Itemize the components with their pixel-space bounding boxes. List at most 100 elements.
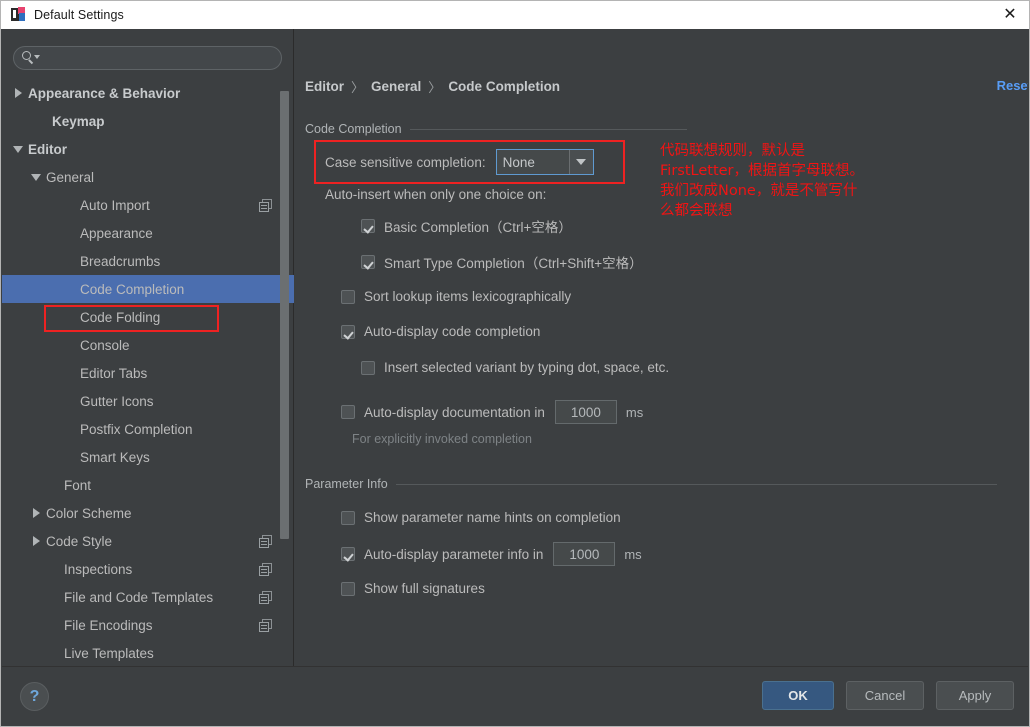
- title-bar: Default Settings ✕: [1, 1, 1029, 29]
- sidebar-item-code-completion[interactable]: Code Completion: [2, 275, 294, 303]
- apply-button[interactable]: Apply: [936, 681, 1014, 710]
- case-sensitive-completion-value: None: [497, 155, 569, 170]
- dialog-body: Appearance & BehaviorKeymap Editor General…: [2, 29, 1028, 666]
- basic-completion-checkbox[interactable]: [361, 219, 375, 233]
- auto-display-parameter-info-delay-input[interactable]: 1000: [553, 542, 615, 566]
- sidebar-item-label: Console: [78, 338, 130, 353]
- search-box[interactable]: [13, 46, 282, 70]
- chevron-right-icon: 〉: [351, 77, 364, 96]
- case-sensitive-completion-label: Case sensitive completion:: [325, 155, 486, 170]
- chevron-down-icon[interactable]: [31, 174, 41, 181]
- sidebar-item-auto-import[interactable]: Auto Import: [2, 191, 294, 219]
- sort-lookup-label: Sort lookup items lexicographically: [364, 289, 571, 304]
- checkbox-row-sort-lookup[interactable]: Sort lookup items lexicographically: [341, 289, 571, 304]
- breadcrumb: Editor 〉 General 〉 Code Completion: [305, 77, 560, 96]
- sidebar-item-postfix-completion[interactable]: Postfix Completion: [2, 415, 294, 443]
- show-full-signatures-label: Show full signatures: [364, 581, 485, 596]
- checkbox-row-smart-type-completion[interactable]: Smart Type Completion（Ctrl+Shift+空格）: [361, 252, 643, 272]
- case-sensitive-completion-row: Case sensitive completion: None: [325, 149, 594, 175]
- sidebar-item-breadcrumbs[interactable]: Breadcrumbs: [2, 247, 294, 275]
- checkbox-row-basic-completion[interactable]: Basic Completion（Ctrl+空格）: [361, 216, 572, 236]
- chevron-right-icon[interactable]: [33, 536, 40, 546]
- chevron-right-icon[interactable]: [33, 508, 40, 518]
- sidebar-item-console[interactable]: Console: [2, 331, 294, 359]
- copy-settings-icon[interactable]: [259, 199, 272, 212]
- smart-type-completion-checkbox[interactable]: [361, 255, 375, 269]
- auto-display-documentation-checkbox[interactable]: [341, 405, 355, 419]
- copy-settings-icon[interactable]: [259, 591, 272, 604]
- checkbox-row-auto-display-documentation[interactable]: Auto-display documentation in 1000 ms: [341, 400, 643, 424]
- checkbox-row-show-parameter-name-hints[interactable]: Show parameter name hints on completion: [341, 510, 621, 525]
- sidebar-item-code-folding[interactable]: Code Folding: [2, 303, 294, 331]
- sidebar-item-label: Breadcrumbs: [78, 254, 160, 269]
- settings-content-pane: Editor 〉 General 〉 Code Completion Reset…: [295, 29, 1028, 666]
- close-icon[interactable]: ✕: [993, 1, 1027, 29]
- sidebar-item-label: File Encodings: [62, 618, 153, 633]
- settings-sidebar: Appearance & BehaviorKeymap Editor General…: [2, 29, 294, 666]
- checkbox-row-show-full-signatures[interactable]: Show full signatures: [341, 581, 485, 596]
- sidebar-item-file-encodings[interactable]: File Encodings: [2, 611, 294, 639]
- auto-display-documentation-unit: ms: [626, 405, 643, 420]
- insert-selected-variant-checkbox[interactable]: [361, 361, 375, 375]
- sidebar-scrollbar[interactable]: [280, 85, 289, 685]
- copy-settings-icon[interactable]: [259, 563, 272, 576]
- chevron-down-icon[interactable]: [13, 146, 23, 153]
- auto-display-parameter-info-label: Auto-display parameter info in: [364, 547, 543, 562]
- sidebar-scrollbar-thumb[interactable]: [280, 91, 289, 539]
- sidebar-item-label: Auto Import: [78, 198, 150, 213]
- sidebar-item-appearance[interactable]: Appearance: [2, 219, 294, 247]
- case-sensitive-completion-select[interactable]: None: [496, 149, 594, 175]
- search-field-wrapper: [13, 46, 282, 70]
- reset-link[interactable]: Reset: [997, 78, 1028, 93]
- settings-tree[interactable]: Appearance & BehaviorKeymap Editor General…: [2, 79, 294, 666]
- sidebar-item-general[interactable]: General: [2, 163, 294, 191]
- sidebar-item-color-scheme[interactable]: Color Scheme: [2, 499, 294, 527]
- sidebar-item-live-templates[interactable]: Live Templates: [2, 639, 294, 666]
- show-parameter-name-hints-checkbox[interactable]: [341, 511, 355, 525]
- insert-selected-variant-label: Insert selected variant by typing dot, s…: [384, 360, 669, 375]
- show-full-signatures-checkbox[interactable]: [341, 582, 355, 596]
- auto-display-parameter-info-checkbox[interactable]: [341, 547, 355, 561]
- copy-settings-icon[interactable]: [259, 535, 272, 548]
- search-input[interactable]: [42, 51, 281, 65]
- sidebar-item-label: Appearance: [78, 226, 153, 241]
- group-header-parameter-info: Parameter Info: [305, 477, 1015, 491]
- sidebar-item-gutter-icons[interactable]: Gutter Icons: [2, 387, 294, 415]
- sidebar-item-editor[interactable]: Editor: [2, 135, 294, 163]
- auto-display-code-completion-label: Auto-display code completion: [364, 324, 540, 339]
- auto-display-documentation-delay-input[interactable]: 1000: [555, 400, 617, 424]
- copy-settings-icon[interactable]: [259, 619, 272, 632]
- group-header-code-completion: Code Completion: [305, 122, 705, 136]
- sidebar-item-keymap[interactable]: Keymap: [2, 107, 294, 135]
- sidebar-item-appearance-behavior[interactable]: Appearance & Behavior: [2, 79, 294, 107]
- sidebar-item-label: Code Folding: [78, 310, 160, 325]
- sidebar-item-label: Editor Tabs: [78, 366, 147, 381]
- auto-display-parameter-info-unit: ms: [624, 547, 641, 562]
- sort-lookup-checkbox[interactable]: [341, 290, 355, 304]
- smart-type-completion-label: Smart Type Completion（Ctrl+Shift+空格）: [384, 252, 643, 272]
- sidebar-item-font[interactable]: Font: [2, 471, 294, 499]
- sidebar-item-label: Editor: [26, 142, 67, 157]
- help-icon[interactable]: ?: [20, 682, 49, 711]
- sidebar-item-label: Code Style: [44, 534, 112, 549]
- checkbox-row-insert-selected-variant[interactable]: Insert selected variant by typing dot, s…: [361, 360, 669, 375]
- show-parameter-name-hints-label: Show parameter name hints on completion: [364, 510, 621, 525]
- sidebar-item-smart-keys[interactable]: Smart Keys: [2, 443, 294, 471]
- chevron-right-icon[interactable]: [15, 88, 22, 98]
- intellij-idea-icon: [10, 7, 26, 23]
- cancel-button[interactable]: Cancel: [846, 681, 924, 710]
- checkbox-row-auto-display-code-completion[interactable]: Auto-display code completion: [341, 324, 540, 339]
- sidebar-item-inspections[interactable]: Inspections: [2, 555, 294, 583]
- auto-display-code-completion-checkbox[interactable]: [341, 325, 355, 339]
- breadcrumb-root[interactable]: Editor: [305, 79, 344, 94]
- ok-button[interactable]: OK: [762, 681, 834, 710]
- chevron-down-icon[interactable]: [569, 150, 593, 174]
- sidebar-item-editor-tabs[interactable]: Editor Tabs: [2, 359, 294, 387]
- sidebar-item-label: Live Templates: [62, 646, 154, 661]
- sidebar-item-file-and-code-templates[interactable]: File and Code Templates: [2, 583, 294, 611]
- sidebar-item-code-style[interactable]: Code Style: [2, 527, 294, 555]
- chevron-right-icon: 〉: [428, 77, 441, 96]
- checkbox-row-auto-display-parameter-info[interactable]: Auto-display parameter info in 1000 ms: [341, 542, 642, 566]
- breadcrumb-mid[interactable]: General: [371, 79, 421, 94]
- documentation-hint: For explicitly invoked completion: [352, 432, 532, 446]
